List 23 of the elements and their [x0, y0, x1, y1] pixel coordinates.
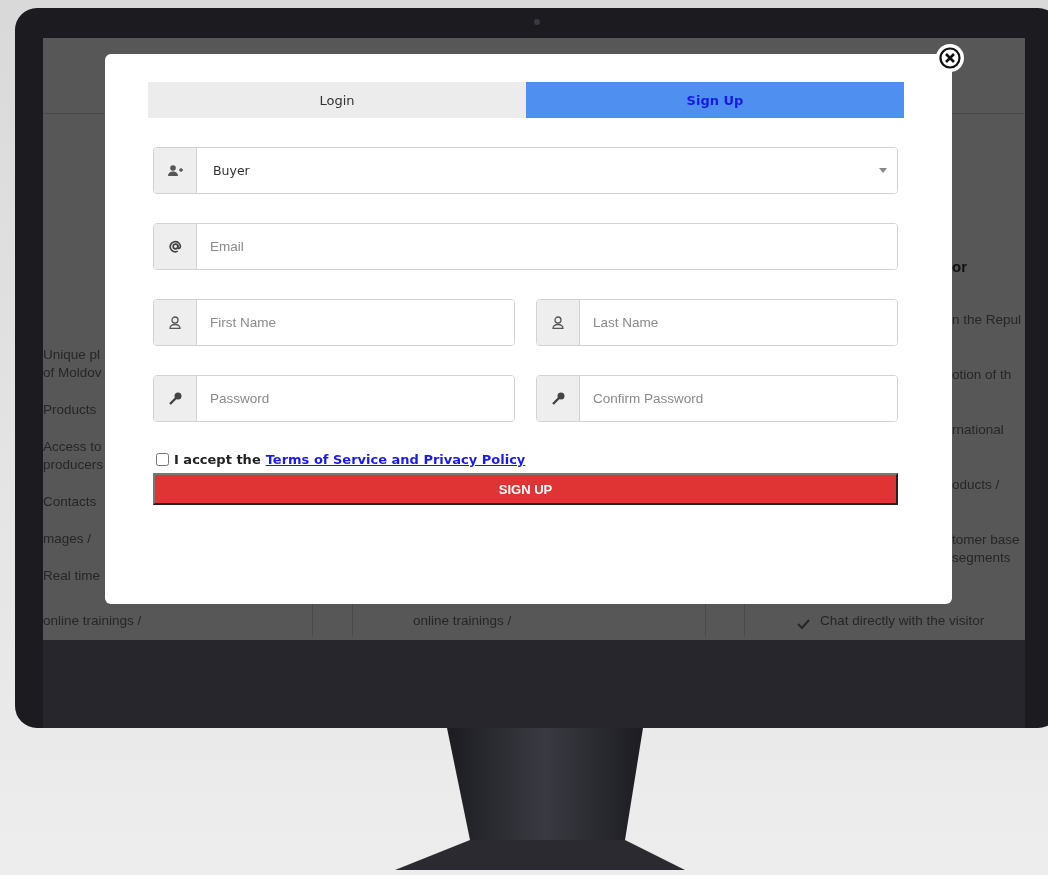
terms-link[interactable]: Terms of Service and Privacy Policy [265, 452, 526, 467]
at-sign-icon [168, 240, 182, 253]
terms-checkbox[interactable] [156, 453, 169, 466]
section-heading: or [952, 258, 967, 276]
camera-dot [534, 19, 540, 25]
column-divider [705, 604, 745, 636]
user-icon [552, 316, 564, 329]
tab[interactable]: Login [148, 82, 526, 118]
close-icon [939, 47, 961, 69]
confirm-password-field[interactable]: Confirm Password [536, 375, 898, 422]
last-name-field[interactable]: Last Name [536, 299, 898, 346]
user-plus-icon [167, 165, 183, 176]
account-type-select[interactable]: Buyer [153, 147, 898, 194]
password-field[interactable]: Password [153, 375, 515, 422]
column-divider [312, 604, 353, 636]
key-icon [551, 392, 565, 405]
user-icon [169, 316, 181, 329]
email-field[interactable]: Email [153, 223, 898, 270]
first-name-field[interactable]: First Name [153, 299, 515, 346]
caret-icon [879, 168, 887, 173]
key-icon [168, 392, 182, 405]
sign-up-button[interactable]: SIGN UP [153, 473, 898, 505]
terms-label: I accept the [174, 452, 261, 467]
